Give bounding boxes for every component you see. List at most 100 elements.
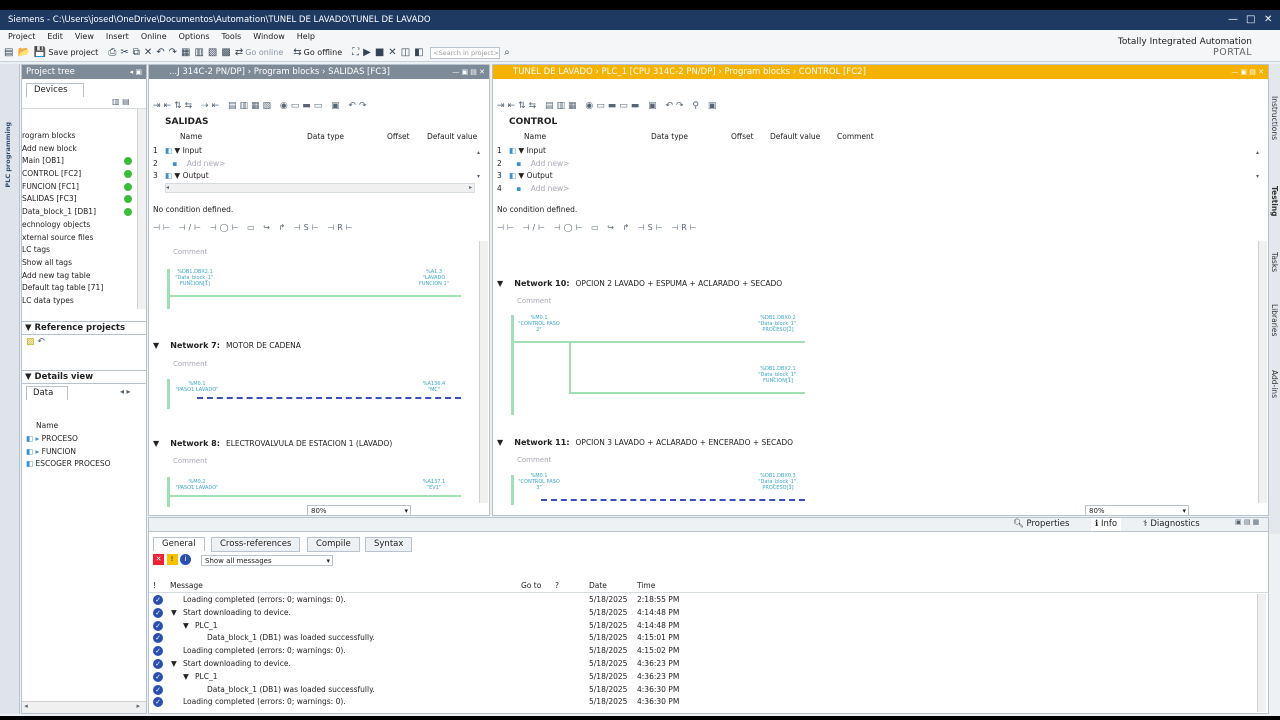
menu-options[interactable]: Options <box>173 30 216 44</box>
collapse-icon[interactable]: ▼ <box>25 323 32 333</box>
reference-projects-header[interactable]: ▼ Reference projects <box>22 321 146 335</box>
coil-tag[interactable]: %DB1.DBX2.1 "Data_block_1". FUNCION[1] <box>755 366 801 384</box>
network-10-header[interactable]: ▼ Network 10: OPCION 2 LAVADO + ESPUMA + … <box>497 279 782 288</box>
tree-item[interactable]: echnology objects <box>22 219 140 232</box>
editor-window-controls-icon[interactable]: — ▣ ▤ ✕ <box>1231 65 1264 79</box>
diagnostics-tab[interactable]: ⚕ Diagnostics <box>1143 518 1200 531</box>
details-item[interactable]: ◧ ESCOGER PROCESO <box>22 458 146 471</box>
interface-scrollbar[interactable]: ▴ ▾ <box>1256 149 1266 209</box>
tree-item[interactable]: xternal source files <box>22 232 140 245</box>
block-interface-toolbar[interactable]: ⇥⇤⇅⇆ ▤▥▦ ◉▭▬▭▬ ▣ ↶↷ ⚲ ▣ <box>497 101 719 111</box>
block-interface-toolbar[interactable]: ⇥⇤⇅⇆ ⇢⇤ ▤▥▦▧ ◉▭▬▭ ▣ ↶↷ <box>153 101 370 111</box>
data-tab[interactable]: Data <box>26 386 68 400</box>
menu-view[interactable]: View <box>69 30 100 44</box>
redo-icon[interactable]: ↷ <box>169 44 177 62</box>
interface-row[interactable]: 1 ◧ ▼ Input <box>153 145 225 158</box>
open-project-icon[interactable]: 📂 <box>17 44 29 62</box>
editor-v-scrollbar[interactable] <box>479 241 488 503</box>
details-item[interactable]: ◧ ▸ PROCESO <box>22 433 146 446</box>
network-comment[interactable]: Comment <box>173 360 207 368</box>
collapse-icon[interactable]: ▼ <box>153 439 159 448</box>
network-7-header[interactable]: ▼ Network 7: MOTOR DE CADENA <box>153 341 301 350</box>
menu-help[interactable]: Help <box>291 30 321 44</box>
tree-item[interactable]: Add new tag table <box>22 270 140 283</box>
coil-tag[interactable]: %A1.3 "LAVADO FUNCION 1" <box>411 269 457 287</box>
interface-row[interactable]: 2 ▪ Add new> <box>153 158 225 171</box>
contact-tag[interactable]: %DB1.DBX2.1 "Data_block_1". FUNCION[1] <box>169 269 221 287</box>
tree-item[interactable]: CONTROL [FC2] <box>22 168 140 181</box>
save-icon[interactable]: 💾 <box>34 44 46 62</box>
print-icon[interactable]: ⎙ <box>108 44 116 62</box>
stop-cpu-icon[interactable]: ■ <box>375 44 384 62</box>
messages-scrollbar[interactable] <box>1257 594 1266 712</box>
message-row[interactable]: ✓ ▼ Start downloading to device. 5/18/2025 4… <box>149 607 1257 620</box>
network-comment[interactable]: Comment <box>173 248 207 256</box>
new-project-icon[interactable]: ▤ <box>4 44 13 62</box>
contact-tag[interactable]: %M0.2 "PASO1 LAVADO" <box>175 479 219 491</box>
editor-v-scrollbar[interactable] <box>1258 241 1267 503</box>
download-icon[interactable]: ▥ <box>194 44 203 62</box>
network-comment[interactable]: Comment <box>517 297 551 305</box>
interface-row[interactable]: 1 ◧ ▼ Input <box>497 145 569 158</box>
tree-h-scrollbar[interactable]: ◂ ▸ <box>22 701 146 713</box>
message-row[interactable]: ✓ Data_block_1 (DB1) was loaded successfu… <box>149 632 1257 645</box>
message-row[interactable]: ✓ Data_block_1 (DB1) was loaded successfu… <box>149 684 1257 697</box>
ladder-instructions-toolbar[interactable]: ⊣⊢ ⊣/⊢ ⊣◯⊢ ▭ ↪ ↱ ⊣S⊢ ⊣R⊢ <box>497 223 700 232</box>
coil-tag[interactable]: %A136.4 "MC" <box>417 381 451 393</box>
menu-window[interactable]: Window <box>247 30 291 44</box>
tab-syntax[interactable]: Syntax <box>365 537 413 552</box>
error-filter-icon[interactable]: ✕ <box>153 554 164 565</box>
tree-view-icon[interactable]: ▥ ▤ <box>112 97 130 106</box>
compile-icon[interactable]: ▦ <box>181 44 190 62</box>
tree-item[interactable]: Data_block_1 [DB1] <box>22 206 140 219</box>
zoom-select[interactable]: 80% ▾ <box>307 505 411 516</box>
menu-insert[interactable]: Insert <box>100 30 135 44</box>
collapse-icon[interactable]: ▼ <box>497 438 503 447</box>
inspector-controls-icon[interactable]: ▣ ▤ ▦ <box>1235 518 1259 526</box>
tree-scrollbar[interactable] <box>137 109 146 309</box>
contact-tag[interactable]: %M0.1 "CONTROL PASO 3" <box>515 473 563 491</box>
tab-cross-references[interactable]: Cross-references <box>211 537 301 552</box>
message-row[interactable]: ✓ ▼ PLC_1 5/18/2025 4:14:48 PM <box>149 620 1257 633</box>
menu-tools[interactable]: Tools <box>216 30 248 44</box>
message-filter-select[interactable]: Show all messages ▾ <box>201 555 333 566</box>
network-8-header[interactable]: ▼ Network 8: ELECTROVALVULA DE ESTACION 1… <box>153 439 392 448</box>
collapse-icon[interactable]: ▼ <box>183 620 189 633</box>
upload-icon[interactable]: ▧ <box>208 44 217 62</box>
salidas-breadcrumb[interactable]: ...J 314C-2 PN/DP] › Program blocks › SA… <box>169 67 390 77</box>
coil-tag[interactable]: %DB1.DBX0.2 "Data_block_1". PROCESO[2] <box>755 315 801 333</box>
collapse-icon[interactable]: ▼ <box>153 341 159 350</box>
collapse-icon[interactable]: ▼ <box>497 279 503 288</box>
open-reference-icon[interactable]: ▨ ↶ <box>26 337 45 347</box>
copy-icon[interactable]: ⧉ <box>133 44 140 62</box>
collapse-icon[interactable]: ▼ <box>171 658 177 671</box>
network-comment[interactable]: Comment <box>517 456 551 464</box>
go-online-icon[interactable]: ⇄ <box>235 44 243 62</box>
interface-row[interactable]: 3 ◧ ▼ Output <box>497 170 569 183</box>
go-offline-button[interactable]: Go offline <box>304 48 342 57</box>
menu-edit[interactable]: Edit <box>41 30 69 44</box>
tab-scroll-icon[interactable]: ◂ ▸ <box>120 387 131 396</box>
ladder-instructions-toolbar[interactable]: ⊣⊢ ⊣/⊢ ⊣◯⊢ ▭ ↪ ↱ ⊣S⊢ ⊣R⊢ <box>153 223 356 232</box>
tab-libraries[interactable]: Libraries <box>1270 304 1279 336</box>
interface-scrollbar[interactable]: ▴ ▾ <box>477 149 487 209</box>
zoom-select[interactable]: 80% ▾ <box>1085 505 1189 516</box>
close-icon[interactable]: ✕ <box>1264 10 1272 30</box>
message-row[interactable]: ✓ ▼ Start downloading to device. 5/18/2025 4… <box>149 658 1257 671</box>
undo-icon[interactable]: ↶ <box>156 44 164 62</box>
tab-general[interactable]: General <box>153 537 205 551</box>
tab-tasks[interactable]: Tasks <box>1270 252 1279 272</box>
cut-icon[interactable]: ✂ <box>120 44 128 62</box>
plc-programming-tab[interactable]: PLC programming <box>4 122 12 188</box>
interface-row[interactable]: 3 ◧ ▼ Output <box>153 170 225 183</box>
tab-compile[interactable]: Compile <box>307 537 360 552</box>
message-row[interactable]: ✓ ▼ PLC_1 5/18/2025 4:36:23 PM <box>149 671 1257 684</box>
interface-row[interactable]: 4 ▪ Add new> <box>497 183 569 196</box>
tree-item[interactable]: Default tag table [71] <box>22 282 140 295</box>
simulate-icon[interactable]: ▩ <box>221 44 230 62</box>
properties-tab[interactable]: 🔍︎ Properties <box>1013 518 1069 531</box>
tree-item[interactable]: SALIDAS [FC3] <box>22 193 140 206</box>
contact-tag[interactable]: %M0.1 "PASO1 LAVADO" <box>175 381 219 393</box>
warning-filter-icon[interactable]: ! <box>166 554 178 565</box>
menu-project[interactable]: Project <box>0 30 41 44</box>
